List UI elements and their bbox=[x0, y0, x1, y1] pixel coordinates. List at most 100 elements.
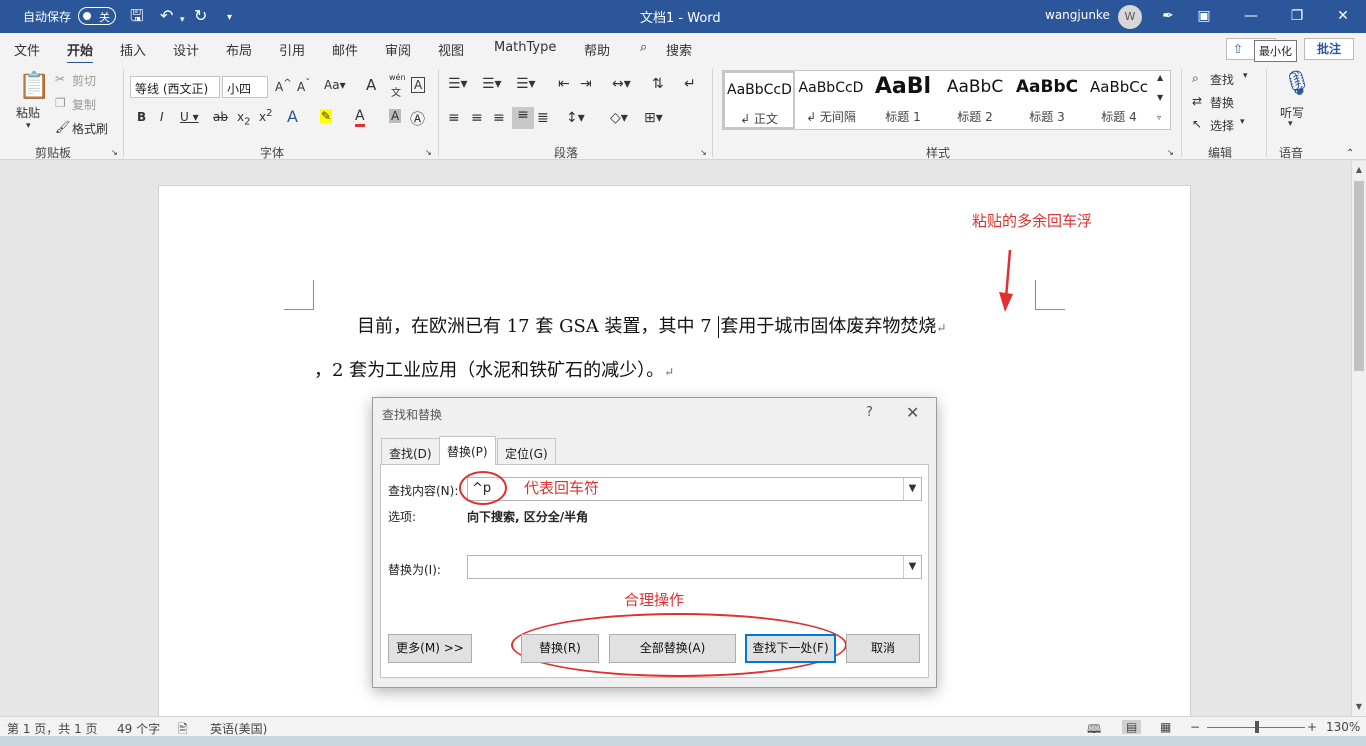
text-effects-icon[interactable]: A bbox=[287, 107, 298, 126]
style-heading-1[interactable]: AaBl 标题 1 bbox=[867, 71, 939, 129]
show-marks-icon[interactable]: ↵ bbox=[684, 76, 696, 92]
tab-goto[interactable]: 定位(G) bbox=[497, 438, 556, 464]
styles-launcher-icon[interactable]: ↘ bbox=[1167, 148, 1174, 157]
clipboard-launcher-icon[interactable]: ↘ bbox=[111, 148, 118, 157]
tab-references[interactable]: 引用 bbox=[279, 40, 305, 59]
change-case-icon[interactable]: Aa▾ bbox=[324, 78, 346, 92]
highlight-icon[interactable]: ✎ bbox=[320, 109, 333, 123]
tab-design[interactable]: 设计 bbox=[173, 40, 199, 59]
distributed-icon[interactable]: ≣ bbox=[537, 110, 549, 126]
search-label[interactable]: 搜索 bbox=[666, 40, 692, 59]
vertical-scrollbar[interactable]: ▲ ▼ bbox=[1351, 161, 1366, 716]
shrink-font-icon[interactable]: Aˇ bbox=[297, 78, 310, 94]
dictate-dropdown-icon[interactable]: ▾ bbox=[1288, 119, 1293, 129]
ribbon-display-icon[interactable]: ▣ bbox=[1192, 4, 1216, 28]
enclosed-character-icon[interactable]: Ⓐ bbox=[410, 108, 425, 129]
numbering-icon[interactable]: ☰▾ bbox=[482, 76, 502, 92]
more-button[interactable]: 更多(M) >> bbox=[388, 634, 472, 663]
tab-view[interactable]: 视图 bbox=[438, 40, 464, 59]
autosave-toggle[interactable]: 关 bbox=[78, 7, 116, 25]
redo-icon[interactable]: ↻ bbox=[194, 6, 207, 26]
close-icon[interactable]: ✕ bbox=[1331, 4, 1355, 28]
font-size-combo[interactable]: 小四 bbox=[222, 76, 268, 98]
print-layout-icon[interactable]: ▤ bbox=[1122, 720, 1142, 734]
underline-icon[interactable]: U ▾ bbox=[180, 110, 199, 124]
style-no-spacing[interactable]: AaBbCcD ↲ 无间隔 bbox=[795, 71, 867, 129]
align-center-icon[interactable]: ≡ bbox=[471, 110, 483, 126]
bullets-icon[interactable]: ☰▾ bbox=[448, 76, 468, 92]
zoom-level[interactable]: 130% bbox=[1326, 720, 1360, 734]
cancel-button[interactable]: 取消 bbox=[846, 634, 920, 663]
minimize-icon[interactable]: — bbox=[1239, 4, 1263, 28]
style-heading-4[interactable]: AaBbCc 标题 4 bbox=[1083, 71, 1155, 129]
zoom-slider-thumb[interactable] bbox=[1255, 721, 1259, 733]
style-heading-3[interactable]: AaBbC 标题 3 bbox=[1011, 71, 1083, 129]
document-line-2[interactable]: ，2 套为工业应用（水泥和铁矿石的减少）。↵ bbox=[314, 356, 674, 382]
font-launcher-icon[interactable]: ↘ bbox=[425, 148, 432, 157]
paste-dropdown-icon[interactable]: ▾ bbox=[26, 121, 31, 131]
web-layout-icon[interactable]: ▦ bbox=[1160, 720, 1171, 734]
user-name[interactable]: wangjunke bbox=[1045, 8, 1110, 22]
tab-replace[interactable]: 替换(P) bbox=[439, 436, 496, 465]
search-icon[interactable]: ⌕ bbox=[640, 40, 647, 55]
align-right-icon[interactable]: ≡ bbox=[493, 110, 505, 126]
select-button[interactable]: 选择 bbox=[1210, 117, 1234, 134]
find-button[interactable]: 查找 bbox=[1210, 71, 1234, 88]
subscript-icon[interactable]: x2 bbox=[237, 110, 250, 127]
scroll-down-icon[interactable]: ▼ bbox=[1352, 702, 1366, 711]
tab-insert[interactable]: 插入 bbox=[120, 40, 146, 59]
gallery-more-icon[interactable]: ▿ bbox=[1157, 113, 1161, 122]
replace-history-dropdown-icon[interactable]: ▼ bbox=[903, 556, 921, 578]
sort-icon[interactable]: ⇅ bbox=[652, 76, 664, 92]
language[interactable]: 英语(美国) bbox=[210, 720, 267, 737]
collapse-ribbon-icon[interactable]: ⌃ bbox=[1346, 148, 1354, 159]
save-icon[interactable]: 🖫 bbox=[130, 6, 144, 26]
grow-font-icon[interactable]: A^ bbox=[275, 78, 292, 94]
shading-icon[interactable]: ◇▾ bbox=[610, 110, 628, 126]
microphone-icon[interactable]: 🎙 bbox=[1282, 69, 1312, 97]
line-spacing-icon[interactable]: ↕▾ bbox=[566, 110, 585, 126]
pen-icon[interactable]: ✒ bbox=[1156, 4, 1180, 28]
avatar[interactable]: W bbox=[1118, 5, 1142, 29]
phonetic-guide-icon[interactable]: 文 bbox=[391, 84, 401, 99]
replace-all-button[interactable]: 全部替换(A) bbox=[609, 634, 736, 663]
tab-help[interactable]: 帮助 bbox=[584, 40, 610, 59]
decrease-indent-icon[interactable]: ⇤ bbox=[558, 76, 570, 92]
superscript-icon[interactable]: x2 bbox=[259, 108, 272, 124]
character-border-icon[interactable]: A bbox=[411, 77, 426, 93]
replace-button[interactable]: 替换(R) bbox=[521, 634, 599, 663]
tab-mathtype[interactable]: MathType bbox=[494, 40, 556, 55]
italic-icon[interactable]: I bbox=[160, 110, 164, 124]
find-dropdown-icon[interactable]: ▾ bbox=[1243, 71, 1248, 81]
tab-review[interactable]: 审阅 bbox=[385, 40, 411, 59]
zoom-out-icon[interactable]: − bbox=[1190, 720, 1200, 734]
zoom-in-icon[interactable]: + bbox=[1307, 720, 1317, 734]
gallery-down-icon[interactable]: ▼ bbox=[1157, 93, 1163, 102]
style-heading-2[interactable]: AaBbC 标题 2 bbox=[939, 71, 1011, 129]
paragraph-launcher-icon[interactable]: ↘ bbox=[700, 148, 707, 157]
tab-layout[interactable]: 布局 bbox=[226, 40, 252, 59]
select-dropdown-icon[interactable]: ▾ bbox=[1240, 117, 1245, 127]
tab-mailings[interactable]: 邮件 bbox=[332, 40, 358, 59]
undo-dropdown-icon[interactable]: ▾ bbox=[180, 10, 185, 30]
borders-icon[interactable]: ⊞▾ bbox=[644, 110, 663, 126]
align-left-icon[interactable]: ≡ bbox=[448, 110, 460, 126]
replace-ribbon-button[interactable]: 替换 bbox=[1210, 94, 1234, 111]
help-icon[interactable]: ? bbox=[866, 405, 873, 420]
comments-button[interactable]: 批注 bbox=[1304, 38, 1354, 60]
gallery-up-icon[interactable]: ▲ bbox=[1157, 73, 1163, 82]
scroll-thumb[interactable] bbox=[1354, 181, 1364, 371]
tab-file[interactable]: 文件 bbox=[14, 40, 40, 59]
justify-icon[interactable]: ≡ bbox=[512, 107, 534, 129]
replace-with-input[interactable]: ▼ bbox=[467, 555, 922, 579]
multilevel-list-icon[interactable]: ☰▾ bbox=[516, 76, 536, 92]
phonetic-guide-top[interactable]: wén bbox=[389, 73, 406, 82]
tab-home[interactable]: 开始 bbox=[67, 40, 94, 65]
paste-button[interactable]: 粘贴 bbox=[16, 104, 40, 121]
style-normal[interactable]: AaBbCcD ↲ 正文 bbox=[723, 71, 795, 129]
customize-toolbar-icon[interactable]: ▾ bbox=[227, 8, 232, 28]
font-color-icon[interactable]: A bbox=[355, 108, 365, 127]
cut-button[interactable]: 剪切 bbox=[72, 72, 96, 89]
word-count[interactable]: 49 个字 bbox=[117, 720, 160, 737]
character-shading-icon[interactable]: A bbox=[389, 109, 402, 123]
